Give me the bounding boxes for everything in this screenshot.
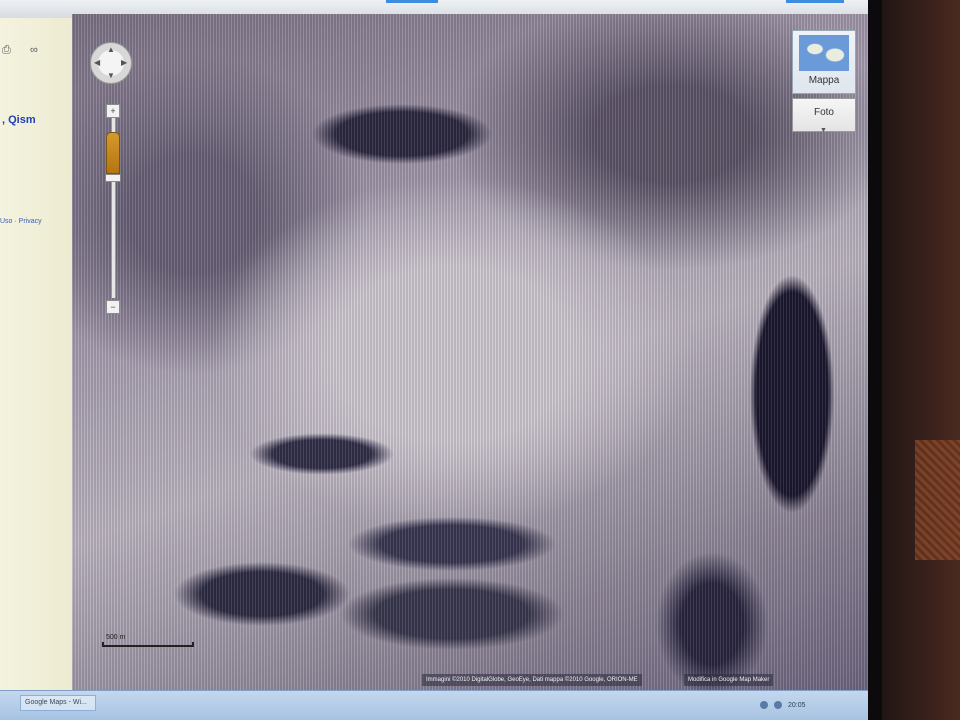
clock[interactable]: 20:05 xyxy=(788,702,806,709)
taskbar: Google Maps - Wi... 20:05 xyxy=(0,690,868,720)
monitor-screen: ⎙ ∞ , Qism Uso · Privacy ▲ ▼ ◀ ▶ + − Map… xyxy=(0,0,868,720)
map-attribution: Immagini ©2010 DigitalGlobe, GeoEye, Dat… xyxy=(422,674,642,686)
zoom-out-button[interactable]: − xyxy=(106,300,120,314)
monitor-bezel xyxy=(868,0,882,720)
terms-links[interactable]: Uso · Privacy xyxy=(0,218,42,225)
map-type-photo-button[interactable]: Foto ▼ xyxy=(792,98,856,134)
zoom-in-button[interactable]: + xyxy=(106,104,120,118)
street-view-pegman-icon[interactable] xyxy=(106,132,120,174)
left-sidebar: ⎙ ∞ , Qism Uso · Privacy xyxy=(0,18,82,690)
browser-tab-active-indicator[interactable] xyxy=(386,0,438,3)
link-icon[interactable]: ∞ xyxy=(30,45,44,56)
zoom-slider-handle[interactable] xyxy=(105,174,121,182)
pan-down-icon[interactable]: ▼ xyxy=(107,71,115,80)
network-icon[interactable] xyxy=(760,701,768,709)
chevron-down-icon: ▼ xyxy=(820,127,827,134)
search-result-title[interactable]: , Qism xyxy=(2,114,36,126)
print-icon[interactable]: ⎙ xyxy=(2,45,16,56)
map-canvas[interactable]: ▲ ▼ ◀ ▶ + − Mappa Foto ▼ 500 m Immagini … xyxy=(72,14,868,690)
pan-left-icon[interactable]: ◀ xyxy=(94,58,100,67)
map-type-map-button[interactable]: Mappa xyxy=(792,30,856,94)
scale-bar: 500 m xyxy=(102,634,194,650)
map-maker-link[interactable]: Modifica in Google Map Maker xyxy=(684,674,774,686)
system-tray: 20:05 xyxy=(760,701,806,709)
pan-up-icon[interactable]: ▲ xyxy=(107,45,115,54)
world-map-icon xyxy=(799,35,849,71)
map-type-map-label: Mappa xyxy=(808,75,840,86)
scale-label: 500 m xyxy=(106,634,126,641)
browser-button-indicator[interactable] xyxy=(786,0,844,3)
scale-line xyxy=(102,642,194,647)
pan-control[interactable]: ▲ ▼ ◀ ▶ xyxy=(90,42,132,84)
screen-moire-overlay xyxy=(72,14,868,690)
sidebar-toolbar: ⎙ ∞ xyxy=(0,38,72,62)
pan-right-icon[interactable]: ▶ xyxy=(121,58,127,67)
volume-icon[interactable] xyxy=(774,701,782,709)
taskbar-window-button[interactable]: Google Maps - Wi... xyxy=(20,695,96,711)
